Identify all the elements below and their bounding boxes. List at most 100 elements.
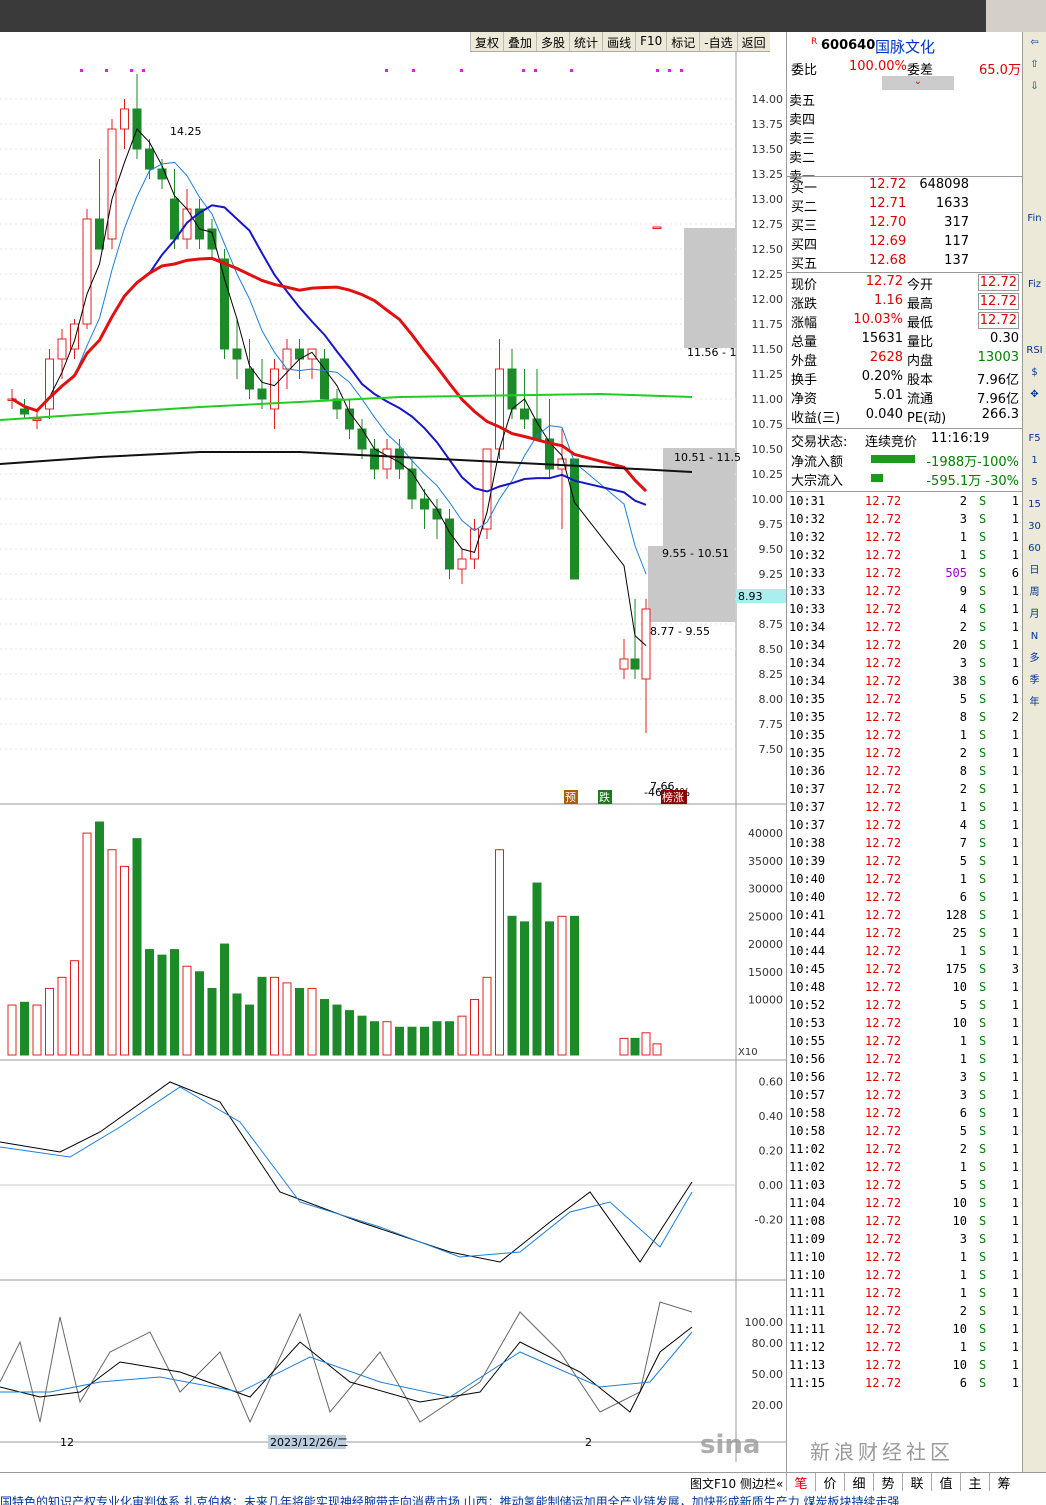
trade-row: 10:40 12.72 6 S 1: [789, 890, 1021, 908]
sidebar-tool-icon[interactable]: [1023, 296, 1046, 318]
sidebar-tool-icon[interactable]: ✥: [1023, 384, 1046, 406]
candle-body: [107, 128, 117, 240]
sidebar-tool-icon[interactable]: [1023, 406, 1046, 428]
signal-dot: [534, 69, 537, 72]
chart-toolbar: 复权 叠加 多股 统计 画线 F10 标记 -自选 返回: [470, 32, 770, 52]
trade-count: 1: [1011, 656, 1019, 670]
trade-row: 10:33 12.72 9 S 1: [789, 584, 1021, 602]
kline-chart-area[interactable]: 14.00 13.75 13.50 13.25 13.00 12.75 12.50 12.25…: [0, 52, 786, 1462]
trade-side: S: [979, 1268, 987, 1282]
sidebar-tool-icon[interactable]: 周: [1023, 582, 1046, 604]
candle-body: [20, 408, 29, 415]
sidebar-tool-icon[interactable]: 1: [1023, 450, 1046, 472]
toolbar-button[interactable]: 返回: [736, 32, 770, 51]
trade-count: 1: [1011, 548, 1019, 562]
volume-bar: [107, 849, 117, 1056]
volume-bar: [232, 993, 242, 1056]
trade-price: 12.72: [865, 638, 902, 652]
bottom-tab[interactable]: 筹: [989, 1473, 1018, 1492]
trade-side: S: [979, 1124, 987, 1138]
bottom-tab[interactable]: 主: [960, 1473, 989, 1492]
volume-tick-label: 25000: [748, 910, 783, 923]
trade-time: 10:56: [789, 1070, 826, 1084]
trade-row: 10:37 12.72 2 S 1: [789, 782, 1021, 800]
trade-volume: 1: [959, 944, 967, 958]
trade-count: 6: [1011, 566, 1019, 580]
quote-label: 现价: [791, 278, 818, 293]
bottom-tab[interactable]: 联: [902, 1473, 931, 1492]
trade-count: 1: [1011, 998, 1019, 1012]
quote-value: 1.16: [874, 293, 903, 308]
bottom-tab[interactable]: 势: [873, 1473, 902, 1492]
window-controls[interactable]: [986, 0, 1046, 32]
sidebar-tool-icon[interactable]: 30: [1023, 516, 1046, 538]
sidebar-tool-icon[interactable]: [1023, 164, 1046, 186]
trade-row: 10:44 12.72 25 S 1: [789, 926, 1021, 944]
sidebar-tool-icon[interactable]: $: [1023, 362, 1046, 384]
kdj-tick-label: 20.00: [752, 1399, 784, 1412]
stock-prefix: R: [811, 37, 818, 47]
sidebar-tool-icon[interactable]: N: [1023, 626, 1046, 648]
sidebar-tool-icon[interactable]: 月: [1023, 604, 1046, 626]
sidebar-tool-icon[interactable]: 日: [1023, 560, 1046, 582]
trade-count: 1: [1011, 1070, 1019, 1084]
candle-body: [220, 258, 229, 350]
news-ticker[interactable]: 国特色的知识产权专业化审判体系 扎克伯格：未来几年将能实现神经腕带走向消费市场 …: [0, 1493, 899, 1505]
trade-side: S: [979, 1088, 987, 1102]
volume-bar: [70, 960, 79, 1056]
volume-bar: [157, 954, 167, 1056]
sidebar-tool-icon[interactable]: 季: [1023, 670, 1046, 692]
quote-panel: R 600640 国脉文化 委比 100.00% 委差 65.0万 ⌄ 卖五 卖四…: [786, 32, 1023, 1472]
sidebar-tool-icon[interactable]: RSI: [1023, 340, 1046, 362]
toolbar-button[interactable]: -自选: [699, 32, 736, 51]
sidebar-tool-icon[interactable]: ⇦: [1023, 32, 1046, 54]
sidebar-toggle[interactable]: 图文F10 侧边栏«: [690, 1475, 783, 1492]
expand-button[interactable]: ⌄: [882, 76, 954, 90]
sidebar-tool-icon[interactable]: Fin: [1023, 208, 1046, 230]
toolbar-button[interactable]: 画线: [602, 32, 635, 51]
sidebar-tool-icon[interactable]: [1023, 120, 1046, 142]
sidebar-tool-icon[interactable]: 年: [1023, 692, 1046, 714]
volume-bar: [307, 987, 317, 1056]
trade-time: 10:37: [789, 800, 826, 814]
toolbar-button[interactable]: 统计: [569, 32, 602, 51]
toolbar-button[interactable]: 多股: [536, 32, 569, 51]
sidebar-tool-icon[interactable]: 60: [1023, 538, 1046, 560]
bottom-tab[interactable]: 值: [931, 1473, 960, 1492]
trade-time: 10:39: [789, 854, 826, 868]
toolbar-button[interactable]: 标记: [666, 32, 699, 51]
trade-time: 10:44: [789, 944, 826, 958]
bottom-tab[interactable]: 价: [815, 1473, 844, 1492]
trade-count: 1: [1011, 872, 1019, 886]
toolbar-button[interactable]: F10: [635, 32, 666, 51]
price-tick-label: 7.50: [759, 743, 784, 756]
trade-volume: 38: [952, 674, 967, 688]
price-tick-label: 10.75: [752, 418, 784, 431]
toolbar-button[interactable]: 叠加: [503, 32, 536, 51]
trade-price: 12.72: [865, 1034, 902, 1048]
price-tick-label: 11.00: [752, 393, 784, 406]
trade-side: S: [979, 800, 987, 814]
trade-count: 1: [1011, 1034, 1019, 1048]
bottom-tab[interactable]: 笔: [786, 1473, 815, 1492]
sidebar-tool-icon[interactable]: 5: [1023, 472, 1046, 494]
bottom-tab[interactable]: 细: [844, 1473, 873, 1492]
stock-name[interactable]: 国脉文化: [875, 36, 935, 57]
sidebar-tool-icon[interactable]: F5: [1023, 428, 1046, 450]
sidebar-tool-icon[interactable]: [1023, 142, 1046, 164]
trade-count: 1: [1011, 692, 1019, 706]
sidebar-tool-icon[interactable]: ⇩: [1023, 76, 1046, 98]
buy-level-label: 买一: [791, 181, 818, 196]
sidebar-tool-icon[interactable]: 15: [1023, 494, 1046, 516]
signal-dot: [656, 69, 659, 72]
sidebar-tool-icon[interactable]: ⇧: [1023, 54, 1046, 76]
sidebar-tool-icon[interactable]: [1023, 230, 1046, 252]
sidebar-tool-icon[interactable]: [1023, 186, 1046, 208]
sidebar-tool-icon[interactable]: [1023, 252, 1046, 274]
sidebar-tool-icon[interactable]: Fiz: [1023, 274, 1046, 296]
sidebar-tool-icon[interactable]: [1023, 318, 1046, 340]
toolbar-button[interactable]: 复权: [470, 32, 503, 51]
sidebar-tool-icon[interactable]: 多: [1023, 648, 1046, 670]
sidebar-tool-icon[interactable]: [1023, 98, 1046, 120]
volume-bar: [145, 949, 154, 1056]
